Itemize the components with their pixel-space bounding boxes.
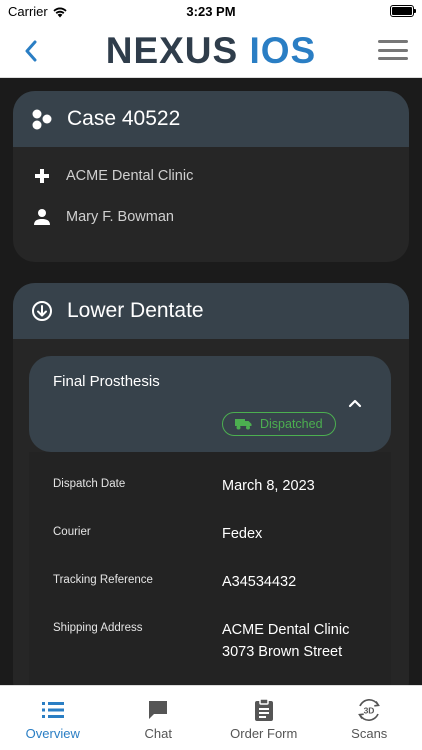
status-bar: Carrier 3:23 PM bbox=[0, 0, 422, 24]
detail-label: Shipping Address bbox=[53, 622, 143, 634]
logo-primary: NEXUS bbox=[105, 30, 239, 71]
detail-label: Dispatch Date bbox=[53, 478, 126, 490]
logo-secondary: IOS bbox=[249, 30, 317, 71]
status-label: Dispatched bbox=[260, 417, 323, 431]
patient-name: Mary F. Bowman bbox=[66, 208, 174, 225]
tab-bar: Overview Chat Order Form 3D Scans bbox=[0, 685, 422, 750]
detail-label: Tracking Reference bbox=[53, 574, 153, 586]
app-logo: NEXUS IOS bbox=[0, 30, 422, 72]
tab-order-form[interactable]: Order Form bbox=[211, 686, 317, 750]
clipboard-icon bbox=[254, 698, 273, 721]
tab-overview[interactable]: Overview bbox=[0, 686, 106, 750]
scan-badge: 3D bbox=[364, 706, 375, 716]
plus-icon bbox=[35, 168, 49, 183]
battery-icon bbox=[390, 5, 416, 17]
chat-icon bbox=[149, 701, 168, 719]
tab-label: Scans bbox=[351, 726, 388, 741]
tab-label: Overview bbox=[25, 726, 80, 741]
hamburger-icon bbox=[378, 40, 408, 43]
3d-scan-icon: 3D bbox=[358, 699, 381, 721]
detail-value: Fedex bbox=[222, 526, 263, 542]
address-line-1: ACME Dental Clinic bbox=[222, 622, 350, 638]
tab-scans[interactable]: 3D Scans bbox=[317, 686, 422, 750]
detail-value: ACME Dental Clinic 3073 Brown Street bbox=[222, 619, 349, 663]
tab-label: Order Form bbox=[230, 726, 298, 741]
nav-bar: NEXUS IOS bbox=[0, 24, 422, 78]
dentate-card: Lower Dentate Final Prosthesis Dispatche… bbox=[13, 283, 409, 685]
clinic-name: ACME Dental Clinic bbox=[66, 167, 194, 184]
molecule-icon bbox=[32, 109, 52, 130]
address-line-2: 3073 Brown Street bbox=[222, 644, 343, 660]
case-card-header: Case 40522 bbox=[13, 91, 409, 147]
case-title: Case 40522 bbox=[67, 107, 181, 130]
detail-label: Courier bbox=[53, 526, 91, 538]
list-icon bbox=[41, 702, 64, 718]
dentate-title: Lower Dentate bbox=[67, 299, 204, 322]
prosthesis-title: Final Prosthesis bbox=[53, 373, 160, 390]
content-scroll[interactable]: Case 40522 ACME Dental Clinic Mary F. Bo… bbox=[0, 78, 422, 685]
patient-row: Mary F. Bowman bbox=[13, 196, 409, 237]
clock: 3:23 PM bbox=[186, 4, 236, 19]
prosthesis-panel[interactable]: Final Prosthesis Dispatched bbox=[29, 356, 391, 452]
clinic-row: ACME Dental Clinic bbox=[13, 155, 409, 196]
detail-value: March 8, 2023 bbox=[222, 478, 315, 494]
detail-value: A34534432 bbox=[222, 574, 297, 590]
tab-label: Chat bbox=[144, 726, 172, 741]
status-badge: Dispatched bbox=[222, 412, 336, 436]
dispatch-details: Dispatch Date March 8, 2023 Courier Fede… bbox=[29, 452, 391, 685]
case-card: Case 40522 ACME Dental Clinic Mary F. Bo… bbox=[13, 91, 409, 262]
arrow-down-circle-icon bbox=[32, 301, 52, 321]
person-icon bbox=[34, 208, 50, 225]
chevron-up-icon[interactable] bbox=[347, 396, 363, 410]
dentate-card-header[interactable]: Lower Dentate bbox=[13, 283, 409, 339]
tab-chat[interactable]: Chat bbox=[106, 686, 212, 750]
truck-icon bbox=[235, 419, 252, 430]
menu-button[interactable] bbox=[378, 37, 408, 63]
